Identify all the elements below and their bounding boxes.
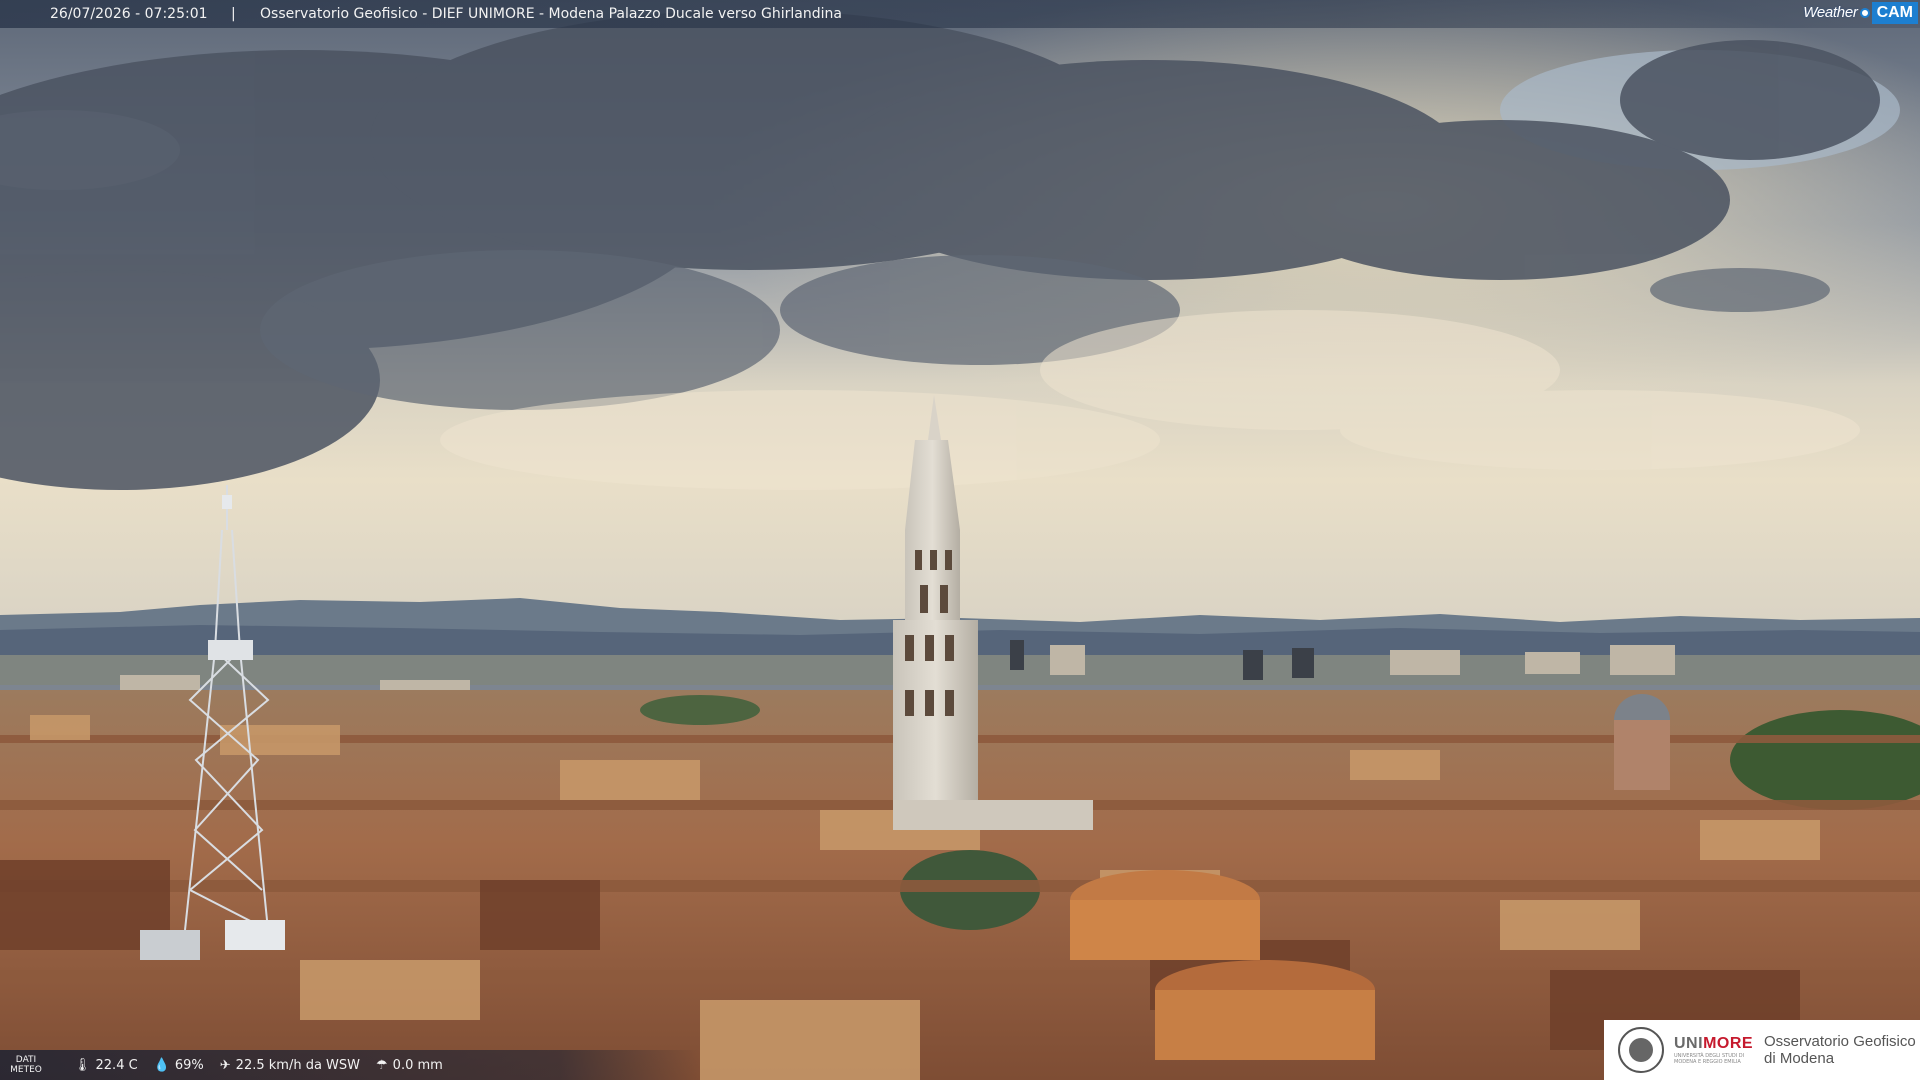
weathercam-logo-cam: CAM: [1871, 2, 1918, 24]
weathercam-logo-weather: Weather: [1803, 4, 1858, 21]
wind-reading: ✈ 22.5 km/h da WSW: [220, 1058, 360, 1073]
unimore-badge: UNIMORE UNIVERSITÀ DEGLI STUDI DI MODENA…: [1604, 1020, 1920, 1080]
unimore-name-suffix: MORE: [1703, 1035, 1754, 1052]
thermometer-icon: 🌡: [74, 1057, 91, 1073]
wind-value: 22.5 km/h da WSW: [235, 1057, 361, 1073]
observatory-name-line2: di Modena: [1764, 1050, 1835, 1067]
wind-icon: ✈: [219, 1057, 231, 1073]
weather-data-bar: DATI METEO 🌡 22.4 C 💧 69% ✈ 22.5 km/h da…: [0, 1050, 700, 1080]
webcam-image: [0, 0, 1920, 1080]
top-info-bar: 26/07/2026 - 07:25:01 | Osservatorio Geo…: [0, 0, 1920, 28]
weathercam-logo-dot-icon: [1859, 8, 1870, 18]
weather-data-label-line2: METEO: [10, 1065, 42, 1075]
humidity-value: 69%: [174, 1057, 204, 1073]
separator: |: [231, 6, 236, 22]
unimore-brand: UNIMORE UNIVERSITÀ DEGLI STUDI DI MODENA…: [1674, 1035, 1756, 1065]
camera-location: Osservatorio Geofisico - DIEF UNIMORE - …: [260, 6, 842, 22]
rain-icon: ☂: [376, 1057, 388, 1073]
temperature-value: 22.4 C: [95, 1057, 138, 1073]
temperature-reading: 🌡 22.4 C: [74, 1058, 138, 1073]
rain-reading: ☂ 0.0 mm: [376, 1058, 443, 1073]
university-seal-icon: [1618, 1027, 1664, 1073]
weather-data-label-line1: DATI: [15, 1055, 37, 1065]
observatory-name-line1: Osservatorio Geofisico: [1764, 1033, 1916, 1050]
weather-data-label: DATI METEO: [0, 1055, 52, 1075]
unimore-name-prefix: UNI: [1674, 1035, 1704, 1052]
humidity-drop-icon: 💧: [153, 1057, 170, 1073]
unimore-subtitle-line2: MODENA E REGGIO EMILIA: [1674, 1059, 1741, 1065]
rain-value: 0.0 mm: [392, 1057, 443, 1073]
humidity-reading: 💧 69%: [154, 1058, 204, 1073]
unimore-name: UNIMORE: [1674, 1035, 1756, 1053]
weathercam-logo: Weather CAM: [1803, 1, 1918, 25]
observatory-name: Osservatorio Geofisico di Modena: [1764, 1033, 1916, 1067]
timestamp: 26/07/2026 - 07:25:01: [50, 6, 208, 22]
